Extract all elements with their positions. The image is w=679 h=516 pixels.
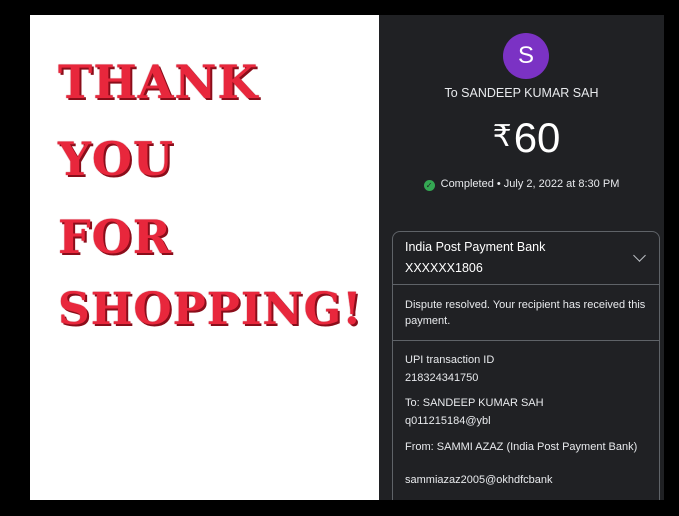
thank-you-poster: THANK YOU FOR SHOPPING! (30, 15, 379, 500)
recipient-avatar[interactable]: S (503, 33, 549, 79)
to-recipient-upi: q011215184@ybl (405, 415, 491, 427)
upi-transaction-id-label: UPI transaction ID (405, 354, 495, 366)
poster-line-for: FOR (58, 210, 172, 264)
payment-amount: ₹60 (379, 114, 664, 162)
payment-status: ✓ Completed • July 2, 2022 at 8:30 PM (379, 178, 664, 191)
chevron-down-icon[interactable] (633, 249, 646, 262)
bank-name[interactable]: India Post Payment Bank (405, 240, 545, 254)
payment-details-panel: S To SANDEEP KUMAR SAH ₹60 ✓ Completed • … (379, 15, 664, 500)
bank-account-number[interactable]: XXXXXX1806 (405, 261, 483, 275)
upi-transaction-id-value: 218324341750 (405, 372, 479, 384)
dispute-message: Dispute resolved. Your recipient has rec… (405, 299, 646, 327)
to-recipient-label: To: SANDEEP KUMAR SAH (405, 397, 544, 409)
divider (393, 340, 659, 341)
from-sender-upi: sammiazaz2005@okhdfcbank (405, 474, 553, 486)
poster-line-thank: THANK (58, 55, 259, 109)
transaction-details-card: India Post Payment Bank XXXXXX1806 Dispu… (392, 231, 660, 500)
from-sender-label: From: SAMMI AZAZ (India Post Payment Ban… (405, 441, 638, 453)
divider (393, 284, 659, 285)
status-text: Completed • July 2, 2022 at 8:30 PM (440, 178, 620, 190)
recipient-title: To SANDEEP KUMAR SAH (444, 86, 599, 100)
amount-value: 60 (513, 114, 561, 161)
rupee-icon: ₹ (492, 120, 512, 153)
poster-line-you: YOU (58, 132, 175, 186)
poster-line-shopping: SHOPPING! (58, 284, 363, 335)
check-circle-icon: ✓ (423, 180, 435, 191)
